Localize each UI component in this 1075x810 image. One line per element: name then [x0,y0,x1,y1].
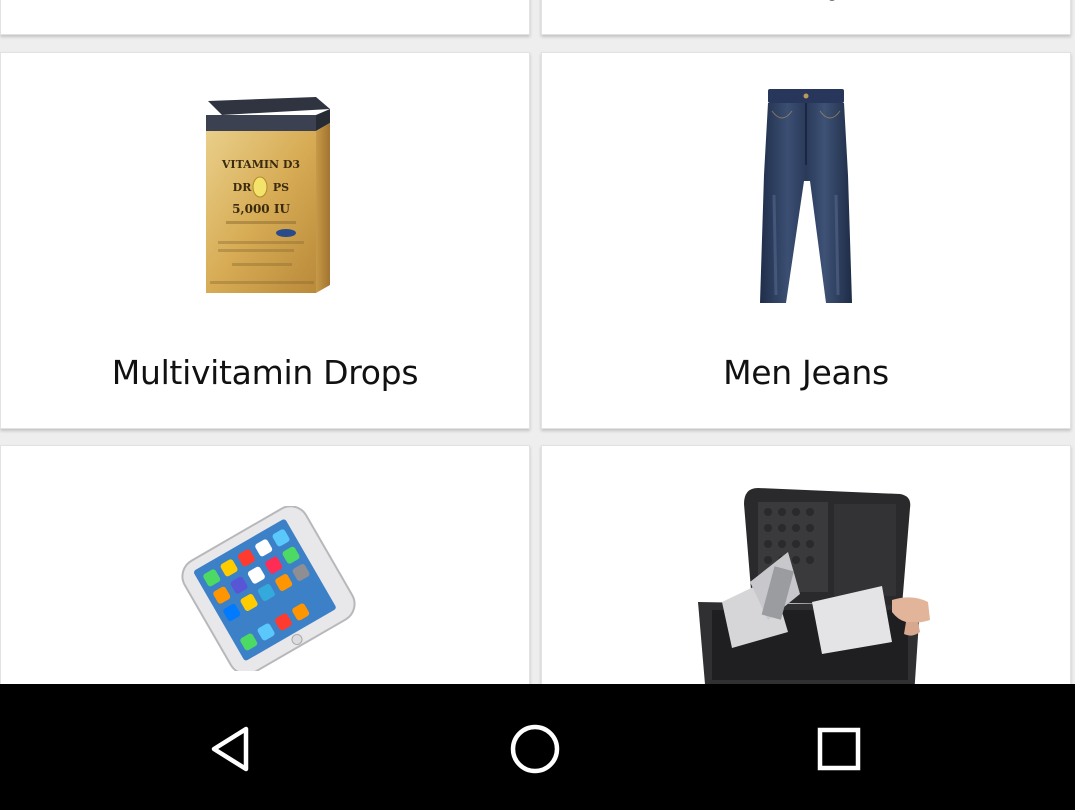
home-button[interactable] [490,704,580,794]
jeans-image [760,89,852,303]
equipment-case-image [698,488,930,696]
recents-button[interactable] [794,704,884,794]
product-card-equipment-case[interactable] [541,445,1071,705]
product-card-smartphone[interactable] [0,445,530,705]
box-text-line2b: PS [273,181,289,194]
box-text-line1: VITAMIN D3 [221,158,300,171]
back-button[interactable] [186,704,276,794]
product-image-edge [829,0,835,1]
box-text-line3: 5,000 IU [232,202,290,216]
product-card[interactable] [541,0,1071,35]
product-card-men-jeans[interactable]: Men Jeans [541,52,1071,429]
product-name: Multivitamin Drops [111,353,419,392]
box-text-line2a: DR [233,181,253,194]
triangle-back-icon [211,726,249,772]
product-name: Men Jeans [723,353,889,392]
product-card-multivitamin[interactable]: VITAMIN D3 DR PS 5,000 IU Multivitamin D… [0,52,530,429]
square-recents-icon [817,727,861,771]
smartphone-image [181,506,356,671]
vitamin-box-image: VITAMIN D3 DR PS 5,000 IU [206,97,330,293]
circle-home-icon [510,724,560,774]
system-navigation-bar [0,684,1075,810]
product-grid-screen: VITAMIN D3 DR PS 5,000 IU Multivitamin D… [0,0,1075,810]
product-card[interactable] [0,0,530,35]
